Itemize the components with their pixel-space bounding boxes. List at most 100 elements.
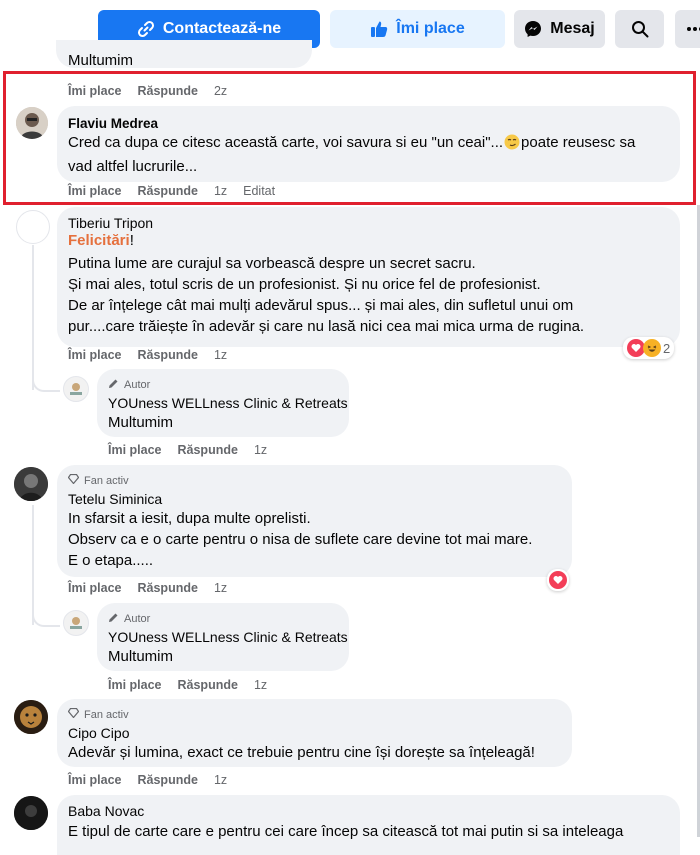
author-badge: Autor: [108, 378, 150, 392]
comment-bubble: Flaviu Medrea Cred ca dupa ce citesc ace…: [57, 106, 680, 182]
fan-badge: Fan activ: [67, 707, 129, 721]
comment-text-line: Adevăr și lumina, exact ce trebuie pentr…: [68, 744, 535, 761]
like-action[interactable]: Îmi place: [108, 678, 162, 692]
message-button[interactable]: Mesaj: [514, 10, 605, 48]
pencil-icon: [108, 612, 119, 626]
reaction-summary[interactable]: 2: [623, 337, 675, 359]
comment-text-line: E tipul de carte care e pentru cei care …: [68, 823, 624, 840]
comment-actions: Îmi place Răspunde 1z: [68, 348, 227, 362]
comment-time[interactable]: 1z: [214, 581, 227, 595]
reply-actions: Îmi place Răspunde 1z: [108, 678, 267, 692]
edited-label: Editat: [243, 184, 276, 198]
fan-badge-label: Fan activ: [84, 474, 129, 487]
reply-action[interactable]: Răspunde: [138, 773, 198, 787]
more-icon: [687, 27, 700, 31]
avatar[interactable]: [16, 107, 48, 139]
reply-bubble: Autor YOUness WELLness Clinic & Retreats…: [97, 603, 349, 671]
page-avatar[interactable]: [63, 610, 89, 636]
comment-text-line: Observ ca e o carte pentru o nisa de suf…: [68, 531, 533, 548]
comment-time[interactable]: 1z: [214, 348, 227, 362]
reply-action[interactable]: Răspunde: [138, 348, 198, 362]
comment-bubble: Fan activ Cipo Cipo Adevăr și lumina, ex…: [57, 699, 572, 767]
comment-time[interactable]: 1z: [214, 773, 227, 787]
like-action[interactable]: Îmi place: [68, 581, 122, 595]
fan-badge: Fan activ: [67, 473, 129, 487]
comment-text-line: In sfarsit a iesit, dupa multe oprelisti…: [68, 510, 311, 527]
comment-bubble: Baba Novac E tipul de carte care e pentr…: [57, 795, 680, 855]
comment-text: Cred ca dupa ce citesc această carte, vo…: [68, 132, 635, 177]
search-icon: [631, 20, 649, 38]
comment-time[interactable]: 1z: [214, 184, 227, 198]
comment-actions: Îmi place Răspunde 1z Editat: [68, 184, 275, 198]
comment-time[interactable]: 1z: [254, 678, 267, 692]
reply-action[interactable]: Răspunde: [138, 581, 198, 595]
comment-actions: Îmi place Răspunde 1z: [68, 773, 227, 787]
haha-reaction-icon: [643, 339, 661, 357]
comment-author[interactable]: Tetelu Siminica: [68, 491, 162, 507]
reply-action[interactable]: Răspunde: [178, 443, 238, 457]
comment-text: In sfarsit a iesit, dupa multe oprelisti…: [68, 508, 532, 571]
messenger-icon: [524, 20, 542, 38]
love-reaction-icon: [549, 571, 567, 589]
like-page-label: Îmi place: [396, 20, 465, 37]
pencil-icon: [108, 378, 119, 392]
more-options-button[interactable]: [675, 10, 700, 48]
avatar[interactable]: [14, 700, 48, 734]
comment-time[interactable]: 1z: [254, 443, 267, 457]
reaction-summary[interactable]: [547, 569, 569, 591]
reply-author[interactable]: YOUness WELLness Clinic & Retreats: [108, 629, 348, 645]
comment-text-line: E o etapa.....: [68, 552, 154, 569]
comment-author[interactable]: Tiberiu Tripon: [68, 215, 153, 231]
comment-actions: Îmi place Răspunde 1z: [68, 581, 227, 595]
reply-bubble: Autor YOUness WELLness Clinic & Retreats…: [97, 369, 349, 437]
comment-text-line: Și mai ales, totul scris de un profesion…: [68, 276, 541, 293]
avatar[interactable]: [16, 210, 50, 244]
comment-author[interactable]: Baba Novac: [68, 803, 144, 819]
avatar[interactable]: [14, 467, 48, 501]
comment-text-line: poate reusesc sa: [521, 134, 636, 151]
comment-text-line: Cred ca dupa ce citesc această carte, vo…: [68, 134, 504, 151]
comment-text: Adevăr și lumina, exact ce trebuie pentr…: [68, 742, 535, 763]
page-avatar[interactable]: [63, 376, 89, 402]
author-badge-label: Autor: [124, 379, 151, 391]
reply-author[interactable]: YOUness WELLness Clinic & Retreats: [108, 395, 348, 411]
reply-text: Multumim: [108, 648, 174, 665]
diamond-icon: [67, 473, 80, 487]
like-action[interactable]: Îmi place: [68, 348, 122, 362]
comment-bubble: Tiberiu Tripon Felicitări! Putina lume a…: [57, 207, 680, 347]
like-action[interactable]: Îmi place: [108, 443, 162, 457]
reply-text: Multumim: [108, 414, 174, 431]
comment-text-line: De ar înțelege cât mai mulți adevărul sp…: [68, 297, 574, 314]
reaction-count: 2: [663, 340, 671, 356]
comment-text-line: pur....care trăiește în adevăr și care n…: [68, 318, 585, 335]
thumbs-up-icon: [370, 20, 388, 38]
search-button[interactable]: [615, 10, 664, 48]
author-badge-label: Autor: [124, 613, 151, 625]
reply-action[interactable]: Răspunde: [138, 184, 198, 198]
avatar[interactable]: [14, 796, 48, 830]
reply-actions: Îmi place Răspunde 1z: [108, 443, 267, 457]
reply-action[interactable]: Răspunde: [178, 678, 238, 692]
like-action[interactable]: Îmi place: [68, 773, 122, 787]
felicitari-accent: Felicitări: [68, 232, 130, 249]
felicitari-heading: Felicitări!: [68, 232, 134, 249]
comment-text: E tipul de carte care e pentru cei care …: [68, 821, 623, 842]
comment-author[interactable]: Cipo Cipo: [68, 725, 129, 741]
like-page-button[interactable]: Îmi place: [330, 10, 505, 48]
contact-button-label: Contactează-ne: [162, 20, 282, 37]
thread-connector: [32, 360, 60, 392]
comment-text-line: Putina lume are curajul sa vorbească des…: [68, 255, 476, 272]
like-action[interactable]: Îmi place: [68, 184, 122, 198]
author-badge: Autor: [108, 612, 150, 626]
comment-text-line: vad altfel lucrurile...: [68, 158, 198, 175]
comment-text: Putina lume are curajul sa vorbească des…: [68, 253, 584, 337]
felicitari-suffix: !: [129, 232, 134, 249]
previous-comment-text: Multumim: [68, 52, 134, 69]
fan-badge-label: Fan activ: [84, 708, 129, 721]
message-button-label: Mesaj: [550, 20, 595, 37]
thread-connector: [32, 595, 60, 627]
smirk-emoji-icon: [504, 134, 520, 156]
diamond-icon: [67, 707, 80, 721]
link-icon: [137, 20, 155, 38]
comment-author[interactable]: Flaviu Medrea: [68, 116, 158, 131]
